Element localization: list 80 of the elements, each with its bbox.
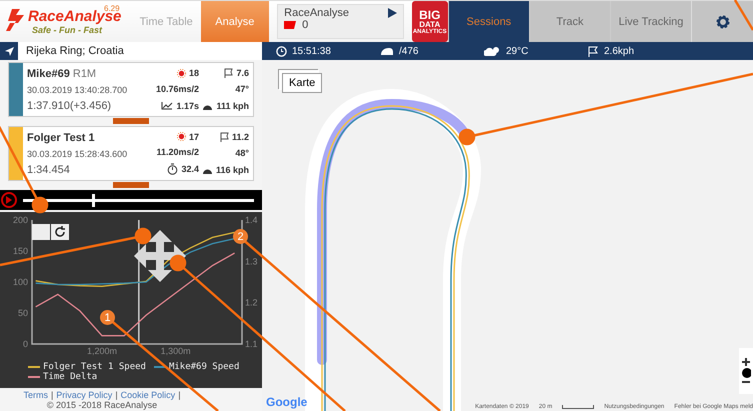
legend-label: Folger Test 1 Speed	[43, 362, 146, 372]
map-scale-bar	[562, 405, 594, 409]
playback-thumb[interactable]	[92, 194, 96, 206]
trend-chart-icon	[161, 101, 174, 110]
axis-tick-label: 150	[12, 246, 28, 256]
session-datetime: 30.03.2019 15:28:43.600	[27, 148, 128, 158]
temperature-value: 18	[176, 68, 199, 78]
footer-link[interactable]: Privacy Policy	[56, 390, 112, 400]
flag-marker-icon	[284, 21, 296, 29]
axis-tick-label: 1.2	[245, 298, 258, 308]
axis-tick-label: 1,200m	[86, 346, 118, 356]
axis-tick-label: 1,300m	[160, 346, 191, 356]
play-icon	[6, 196, 12, 204]
legend-label: Mike#69 Speed	[168, 362, 240, 372]
info-value: 15:51:38	[292, 46, 331, 56]
zoom-buttons-icon[interactable]	[741, 356, 751, 386]
axis-tick-label: 1.3	[245, 256, 258, 266]
temperature-value: 17	[176, 132, 199, 142]
session-card[interactable]: Mike#69 R1M 30.03.2019 13:40:28.700 1:37.910(+3.456) 18 10.76ms/2 1.17s 7.6 47° 111 kph	[8, 62, 254, 117]
app-logo: RaceAnalyse Safe - Fun - Fast 6.29	[0, 1, 132, 42]
extra-value: 32.4	[167, 163, 199, 176]
lap-time: 1:37.910(+3.456)	[27, 100, 112, 112]
nav-tab[interactable]: Analyse	[200, 1, 270, 42]
refresh-button[interactable]	[51, 224, 69, 240]
player-widget[interactable]: RaceAnalyse 0	[277, 4, 404, 39]
axis-tick-label: 1.4	[245, 215, 258, 225]
widget-count: 0	[302, 19, 308, 31]
footer-separator: |	[115, 390, 118, 400]
speed-value: 111 kph	[202, 100, 249, 111]
sun-icon	[176, 68, 186, 78]
play-icon[interactable]	[388, 8, 397, 18]
axis-tick-label: 0	[22, 339, 28, 349]
session-card[interactable]: Folger Test 1 30.03.2019 15:28:43.600 1:34.454 17 11.20ms/2 32.4 11.2 48° 116 kph	[8, 126, 254, 181]
zoom-control[interactable]	[739, 348, 753, 394]
play-button[interactable]	[1, 192, 17, 208]
axis-tick-label: 100	[12, 277, 28, 287]
drag-handle[interactable]	[113, 182, 149, 188]
flag-icon	[224, 68, 234, 78]
flag-value: 7.6	[224, 68, 249, 78]
legend-label: Time Delta	[43, 372, 98, 382]
info-value: 2.6kph	[604, 46, 634, 56]
angle-value: 48°	[235, 148, 249, 158]
info-value: /476	[399, 46, 418, 56]
footer-link[interactable]: Terms	[23, 390, 48, 400]
driver-name: Mike#69 R1M	[27, 68, 96, 80]
info-value: 29°C	[506, 46, 528, 56]
location-name: Rijeka Ring; Croatia	[26, 45, 124, 57]
sun-icon	[176, 132, 186, 142]
google-logo: Google	[266, 395, 308, 409]
driver-name: Folger Test 1	[27, 132, 95, 144]
stopwatch-icon	[167, 163, 178, 176]
settings-button[interactable]	[691, 1, 753, 42]
footer-separator: |	[178, 390, 181, 400]
extra-value: 1.17s	[161, 100, 199, 111]
axis-tick-label: 200	[12, 215, 28, 225]
acceleration-value: 10.76ms/2	[156, 84, 199, 94]
axis-tick-label: 50	[18, 308, 28, 318]
cloud-sun-icon	[484, 46, 501, 56]
settings-icon	[714, 14, 731, 30]
drag-handle[interactable]	[113, 118, 149, 124]
section-tab[interactable]: Track	[528, 1, 610, 42]
acceleration-value: 11.20ms/2	[156, 147, 199, 158]
clock-icon	[276, 46, 287, 56]
session-datetime: 30.03.2019 13:40:28.700	[27, 84, 128, 94]
section-tab[interactable]: Live Tracking	[610, 1, 692, 42]
flag-value: 11.2	[220, 132, 249, 142]
copyright-text: © 2015 -2018 RaceAnalyse	[46, 400, 158, 410]
widget-title: RaceAnalyse	[284, 7, 349, 19]
flag-icon	[220, 132, 230, 142]
axis-tick-label: 1.1	[245, 339, 258, 349]
nav-tab[interactable]: Time Table	[132, 1, 201, 42]
move-arrows-icon[interactable]	[134, 230, 186, 282]
lap-time: 1:34.454	[27, 164, 70, 176]
angle-value: 47°	[235, 84, 249, 94]
speed-value: 116 kph	[202, 164, 249, 175]
footer-link[interactable]: Cookie Policy	[120, 390, 176, 400]
flag-icon	[588, 46, 599, 56]
section-tab[interactable]: Sessions	[448, 1, 529, 42]
helmet-icon	[380, 46, 394, 56]
footer-separator: |	[50, 390, 54, 400]
